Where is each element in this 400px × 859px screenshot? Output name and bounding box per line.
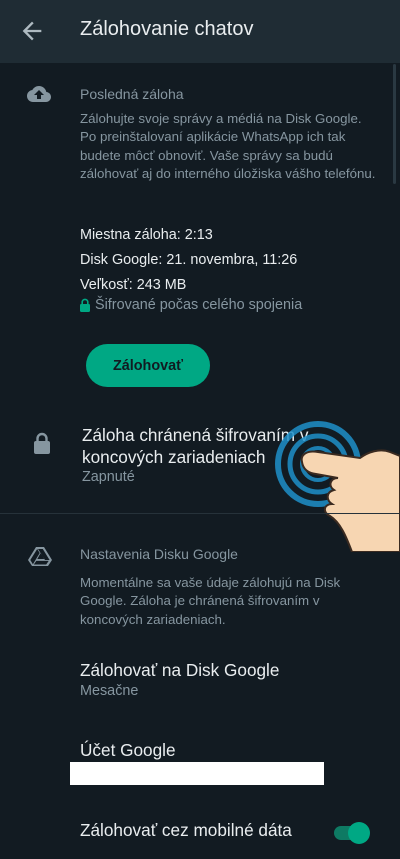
lock-icon bbox=[34, 432, 50, 454]
last-backup-title: Posledná záloha bbox=[80, 86, 184, 102]
backup-frequency-value: Mesačne bbox=[80, 683, 139, 699]
mobile-data-toggle[interactable] bbox=[332, 820, 372, 844]
app-bar: Zálohovanie chatov bbox=[0, 0, 400, 63]
local-backup-info: Miestna záloha: 2:13 bbox=[80, 227, 213, 243]
backup-button[interactable]: Zálohovať bbox=[86, 344, 210, 387]
drive-settings-description: Momentálne sa vaše údaje zálohujú na Dis… bbox=[80, 575, 341, 627]
e2e-backup-status: Zapnuté bbox=[82, 469, 135, 485]
tap-gesture-hand-icon bbox=[275, 421, 400, 552]
last-backup-description: Zálohujte svoje správy a médiá na Disk G… bbox=[80, 111, 376, 181]
arrow-left-icon[interactable] bbox=[18, 17, 46, 45]
page-title: Zálohovanie chatov bbox=[80, 18, 254, 40]
cloud-upload-icon bbox=[27, 86, 51, 102]
drive-settings-title: Nastavenia Disku Google bbox=[80, 546, 238, 562]
encryption-note: Šifrované počas celého spojenia bbox=[79, 297, 302, 313]
backup-size-info: Veľkosť: 243 MB bbox=[80, 277, 187, 293]
backup-frequency-label: Zálohovať na Disk Google bbox=[80, 660, 280, 680]
google-backup-info: Disk Google: 21. novembra, 11:26 bbox=[80, 252, 298, 268]
redacted-account-email bbox=[70, 762, 324, 785]
small-lock-icon bbox=[80, 298, 90, 312]
section-divider bbox=[0, 513, 400, 514]
mobile-data-label: Zálohovať cez mobilné dáta bbox=[80, 820, 292, 840]
encryption-text: Šifrované počas celého spojenia bbox=[95, 297, 303, 313]
google-drive-icon bbox=[28, 547, 52, 566]
toggle-thumb bbox=[348, 822, 370, 844]
backup-to-drive-setting[interactable]: Zálohovať na Disk Google Mesačne bbox=[0, 655, 360, 705]
scrollbar[interactable] bbox=[393, 64, 396, 184]
google-account-label: Účet Google bbox=[80, 740, 176, 760]
